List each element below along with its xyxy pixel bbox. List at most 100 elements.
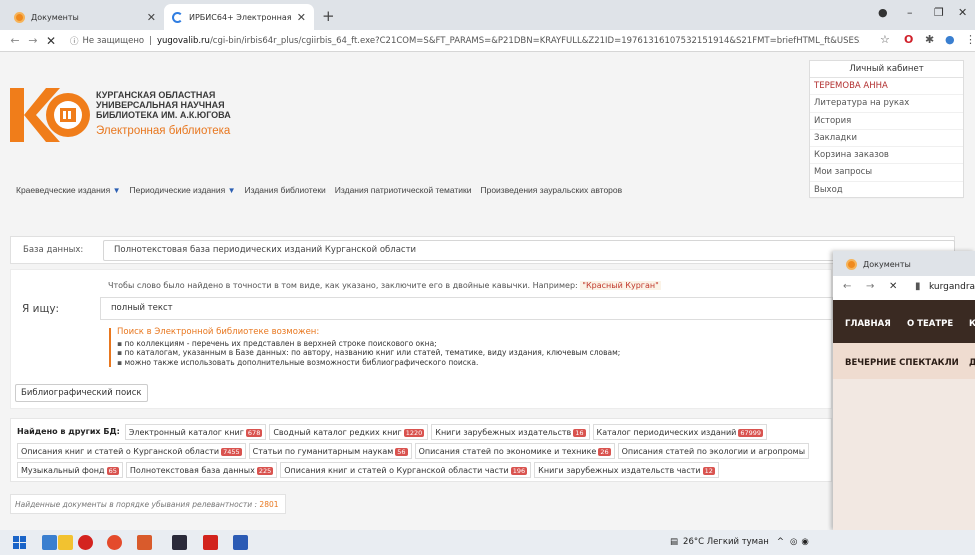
back-arrow-icon[interactable]: ← [6,34,24,47]
browser-tab-irbis[interactable]: ИРБИС64+ Электронная библи ✕ [164,4,314,30]
new-tab-button[interactable]: + [322,7,335,25]
database-label: База данных: [23,245,84,255]
cabinet-title: Личный кабинет [810,61,963,78]
second-window-url[interactable]: kurgandra [929,282,975,292]
globe-icon [846,259,857,270]
warning-icon: ⓘ [70,36,79,47]
nav-item-home[interactable]: ГЛАВНАЯ [845,319,891,329]
cabinet-user[interactable]: ТЕРЕМОВА АННА [810,78,963,96]
hint-example: "Красный Курган" [580,281,661,290]
url-field[interactable]: ⓘ Не защищено | yugovalib.ru /cgi-bin/ir… [70,35,860,47]
db-link[interactable]: Книги зарубежных издательств 16 [431,424,590,440]
second-window-address-bar: ← → ✕ ▮ kurgandra [833,276,975,300]
search-hint: Чтобы слово было найдено в точности в то… [108,281,661,290]
close-tab-icon[interactable]: ✕ [297,11,306,24]
forward-arrow-icon[interactable]: → [24,34,42,47]
nav-item-more[interactable]: Д [969,358,975,368]
db-link[interactable]: Статьи по гуманитарным наукам 56 [248,443,412,459]
pdf-reader-icon[interactable] [203,535,218,550]
avatar[interactable]: ● [945,33,955,46]
file-explorer-icon[interactable] [58,535,73,550]
tab-title: Документы [31,12,79,22]
cabinet-item-history[interactable]: История [810,113,963,130]
powerpoint-icon[interactable] [137,535,152,550]
db-link[interactable]: Полнотекстовая база данных 225 [125,462,278,478]
count-badge: 67999 [738,429,764,437]
windows-start-icon[interactable] [12,535,27,550]
cabinet-item-logout[interactable]: Выход [810,182,963,200]
nav-item-about[interactable]: О ТЕАТРЕ [907,319,953,329]
theatre-main-nav: ГЛАВНАЯ О ТЕАТРЕ К [833,300,975,343]
opera-extension-icon[interactable]: O [904,33,913,46]
count-badge: 7455 [221,448,242,456]
profile-icon[interactable]: ● [878,6,888,19]
stop-loading-icon[interactable]: ✕ [889,281,897,292]
cabinet-item-bookmarks[interactable]: Закладки [810,130,963,148]
yandex-browser-icon[interactable] [78,535,93,550]
network-icon[interactable]: ◎ [790,537,797,547]
forward-arrow-icon[interactable]: → [866,281,874,292]
personal-cabinet: Личный кабинет ТЕРЕМОВА АННА Литература … [809,60,964,200]
stop-loading-icon[interactable]: ✕ [42,34,60,48]
address-bar: ← → ✕ ⓘ Не защищено | yugovalib.ru /cgi-… [0,30,975,52]
found-row: Музыкальный фонд 65 Полнотекстовая база д… [17,462,722,478]
chrome-icon[interactable] [107,535,122,550]
bibliographic-search-button[interactable]: Библиографический поиск [15,384,148,402]
db-link[interactable]: Описания статей по экономике и технике 26 [414,443,615,459]
menu-item-patriotic[interactable]: Издания патриотической тематики [335,185,472,195]
url-host: yugovalib.ru [156,35,210,46]
db-link[interactable]: Каталог периодических изданий 67999 [592,424,768,440]
tip-item: можно также использовать дополнительные … [117,358,749,368]
back-arrow-icon[interactable]: ← [843,281,851,292]
word-icon[interactable] [233,535,248,550]
bookmark-star-icon[interactable]: ☆ [880,33,890,46]
db-link[interactable]: Описания статей по экологии и агропромы [617,443,810,459]
task-view-icon[interactable] [42,535,57,550]
db-link[interactable]: Музыкальный фонд 65 [17,462,123,478]
count-badge: 225 [256,467,274,475]
nav-item-more[interactable]: К [969,319,975,329]
menu-item-periodicals[interactable]: Периодические издания ▼ [130,185,236,195]
db-link[interactable]: Книги зарубежных издательств части 12 [534,462,719,478]
nav-item-evening-shows[interactable]: ВЕЧЕРНИЕ СПЕКТАКЛИ [845,358,959,368]
media-app-icon[interactable] [172,535,187,550]
count-badge: 16 [573,429,586,437]
close-tab-icon[interactable]: ✕ [147,11,156,24]
db-link[interactable]: Описания книг и статей о Курганской обла… [17,443,246,459]
restore-button[interactable]: ❐ [934,6,944,19]
caret-down-icon: ▼ [227,186,236,195]
db-link[interactable]: Описания книг и статей о Курганской обла… [280,462,532,478]
second-browser-window[interactable]: Документы ← → ✕ ▮ kurgandra ГЛАВНАЯ О ТЕ… [833,251,975,530]
second-window-tab-bar: Документы [833,251,975,276]
tip-item: по каталогам, указанным в Базе данных: п… [117,348,749,358]
db-link[interactable]: Электронный каталог книг 678 [124,424,267,440]
db-link[interactable]: Сводный каталог редких книг 1220 [269,424,429,440]
found-label: Найдено в других БД: [17,427,120,436]
cabinet-item-loans[interactable]: Литература на руках [810,95,963,113]
extensions-puzzle-icon[interactable]: ✱ [925,33,934,46]
second-window-tab-title[interactable]: Документы [863,260,911,269]
volume-icon[interactable]: ◉ [801,537,808,547]
security-label: Не защищено [82,35,145,46]
menu-item-local-authors[interactable]: Произведения зауральских авторов [480,185,622,195]
menu-item-library-publications[interactable]: Издания библиотеки [245,185,326,195]
database-selected-value: Полнотекстовая база периодических издани… [114,245,417,255]
browser-menu-icon[interactable]: ⋮ [965,33,975,46]
database-select[interactable]: Полнотекстовая база периодических издани… [103,240,955,261]
weather-text[interactable]: 26°C Легкий туман [683,537,769,547]
tray-overflow-icon[interactable]: ^ [777,537,784,547]
count-badge: 1220 [403,429,425,437]
results-count: 2801 [259,500,279,509]
minimize-button[interactable]: – [907,6,913,19]
caret-down-icon: ▼ [112,186,121,195]
menu-item-local-history[interactable]: Краеведческие издания ▼ [16,185,121,195]
cabinet-item-cart[interactable]: Корзина заказов [810,147,963,165]
close-window-button[interactable]: ✕ [958,6,967,19]
count-badge: 12 [702,467,715,475]
search-input[interactable]: полный текст [100,297,833,320]
tab-title: ИРБИС64+ Электронная библи [189,12,293,22]
library-logo [10,88,90,142]
cabinet-item-queries[interactable]: Мои запросы [810,164,963,182]
browser-tab-documents[interactable]: Документы ✕ [6,4,164,30]
lock-icon: ▮ [915,281,921,292]
